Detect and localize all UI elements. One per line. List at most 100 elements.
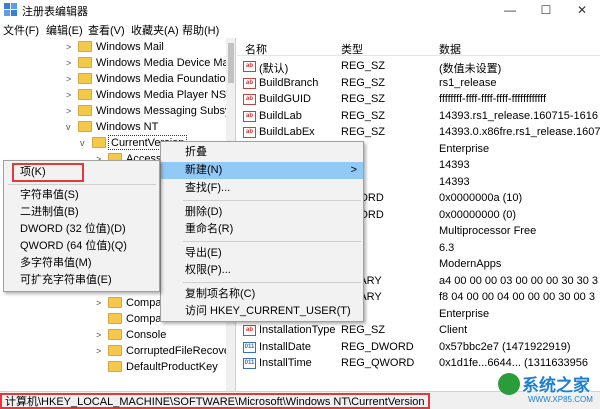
value-type: REG_SZ bbox=[341, 60, 386, 72]
value-data: 14393 bbox=[439, 159, 470, 171]
maximize-button[interactable]: ☐ bbox=[528, 0, 564, 20]
value-data: 0x57bbc2e7 (1471922919) bbox=[439, 340, 571, 353]
menu-view[interactable]: 查看(V) bbox=[88, 22, 125, 38]
menu-item-permissions[interactable]: 权限(P)... bbox=[161, 262, 363, 279]
list-row[interactable]: ab BuildGUID REG_SZ ffffffff-ffff-ffff-ffff… bbox=[237, 91, 600, 108]
value-data: Enterprise bbox=[439, 142, 490, 155]
context-menu-main: 折叠 新建(N) > 查找(F)... 删除(D) 重命名(R) 导出(E) 权… bbox=[160, 141, 364, 322]
string-value-icon: ab bbox=[243, 94, 256, 105]
value-data: ModernApps bbox=[439, 258, 502, 270]
value-name: InstallDate bbox=[259, 340, 311, 353]
value-type: REG_SZ bbox=[341, 93, 386, 105]
expand-arrow-icon[interactable]: > bbox=[66, 71, 76, 87]
value-data: Multiprocessor Free bbox=[439, 225, 537, 237]
menu-item-rename[interactable]: 重命名(R) bbox=[161, 221, 363, 238]
value-name: InstallTime bbox=[259, 357, 312, 369]
menu-item-new[interactable]: 新建(N) > bbox=[161, 162, 363, 179]
value-name: InstallationType bbox=[259, 324, 336, 336]
tree-item-label: Windows Media Foundatior bbox=[96, 73, 230, 85]
value-data: 14393.rs1_release.160715-1616 bbox=[439, 109, 599, 122]
collapse-arrow-icon[interactable]: v bbox=[80, 135, 90, 151]
list-row[interactable]: ab BuildBranch REG_SZ rs1_release bbox=[237, 75, 600, 92]
tree-item-label: CorruptedFileRecove bbox=[126, 345, 230, 357]
watermark-logo-icon bbox=[498, 373, 520, 395]
expand-arrow-icon[interactable]: > bbox=[66, 55, 76, 71]
value-data: 0x0000000a (10) bbox=[439, 192, 523, 204]
string-value-icon: ab bbox=[243, 77, 256, 89]
value-data: a4 00 00 00 03 00 00 00 30 30 3 bbox=[439, 274, 599, 287]
minimize-button[interactable]: — bbox=[492, 0, 528, 20]
folder-icon bbox=[78, 121, 92, 132]
expand-arrow-icon[interactable]: > bbox=[96, 327, 106, 343]
expand-arrow-icon[interactable]: > bbox=[66, 39, 76, 55]
watermark-text: 系统之家 bbox=[522, 376, 590, 395]
menu-item-new-label: 新建(N) bbox=[185, 164, 223, 176]
tree-item-label: Console bbox=[126, 329, 167, 341]
menu-separator bbox=[183, 241, 361, 242]
menu-help[interactable]: 帮助(H) bbox=[182, 22, 219, 38]
watermark: 系统之家 WWW.XP85.COM bbox=[498, 369, 596, 409]
value-name: BuildLab bbox=[259, 109, 302, 122]
menu-favorites[interactable]: 收藏夹(A) bbox=[131, 22, 179, 38]
expand-arrow-icon[interactable]: > bbox=[66, 87, 76, 103]
column-header-name[interactable]: 名称 bbox=[245, 41, 267, 57]
menu-item-qword-value[interactable]: QWORD (64 位值)(Q) bbox=[4, 238, 159, 255]
registry-app-icon bbox=[4, 3, 17, 16]
value-type: REG_SZ bbox=[341, 109, 386, 122]
expand-arrow-icon[interactable]: > bbox=[66, 103, 76, 119]
menu-item-copy-key-name[interactable]: 复制项名称(C) bbox=[161, 286, 363, 303]
value-data: 6.3 bbox=[439, 241, 455, 254]
tree-item-label: Compa bbox=[126, 297, 162, 309]
menu-item-visit-hkcu[interactable]: 访问 HKEY_CURRENT_USER(T) bbox=[161, 303, 363, 320]
window-title: 注册表编辑器 bbox=[22, 6, 88, 18]
column-header-data[interactable]: 数据 bbox=[439, 41, 461, 57]
value-data: 14393 bbox=[439, 175, 470, 188]
menu-item-dword-value[interactable]: DWORD (32 位值)(D) bbox=[4, 221, 159, 238]
tree-item-label: Windows Mail bbox=[96, 41, 164, 53]
string-value-icon: ab bbox=[243, 61, 256, 72]
value-data: 0x00000000 (0) bbox=[439, 208, 517, 221]
watermark-url: WWW.XP85.COM bbox=[528, 395, 593, 404]
expand-arrow-icon[interactable]: > bbox=[96, 295, 106, 311]
menu-item-expandable-string-value[interactable]: 可扩充字符串值(E) bbox=[4, 272, 159, 289]
list-row[interactable]: ab BuildLab REG_SZ 14393.rs1_release.160715… bbox=[237, 108, 600, 125]
value-type: REG_SZ bbox=[341, 76, 386, 89]
tree-item-label: Windows Messaging Subsy bbox=[96, 105, 231, 117]
list-row[interactable]: ab InstallationType REG_SZ Client bbox=[237, 322, 600, 339]
status-path: 计算机\HKEY_LOCAL_MACHINE\SOFTWARE\Microsof… bbox=[0, 393, 430, 409]
list-header: 名称 类型 数据 bbox=[237, 38, 600, 56]
folder-icon bbox=[108, 297, 122, 308]
tree-item-label: Windows Media Player NSS bbox=[96, 89, 234, 101]
menu-item-collapse[interactable]: 折叠 bbox=[161, 144, 363, 161]
menu-separator bbox=[183, 282, 361, 283]
string-value-icon: ab bbox=[243, 127, 256, 138]
list-row[interactable]: 011 InstallDate REG_DWORD 0x57bbc2e7 (14719… bbox=[237, 339, 600, 356]
menu-item-export[interactable]: 导出(E) bbox=[161, 245, 363, 262]
folder-icon bbox=[108, 329, 122, 340]
string-value-icon: ab bbox=[243, 325, 256, 336]
menu-item-binary-value[interactable]: 二进制值(B) bbox=[4, 204, 159, 221]
column-header-type[interactable]: 类型 bbox=[341, 41, 363, 57]
menu-item-string-value[interactable]: 字符串值(S) bbox=[4, 187, 159, 204]
value-data: 0x1d1fe...6644... (1311633956 bbox=[439, 357, 589, 369]
value-type: REG_SZ bbox=[341, 126, 386, 138]
value-data: ffffffff-ffff-ffff-ffff-ffffffffffff bbox=[439, 93, 547, 105]
tree-item-label: Windows NT bbox=[96, 121, 159, 133]
tree-scrollbar-thumb[interactable] bbox=[228, 43, 234, 83]
menu-edit[interactable]: 编辑(E) bbox=[46, 22, 83, 38]
value-type: REG_DWORD bbox=[341, 340, 414, 353]
menu-separator bbox=[183, 200, 361, 201]
list-row[interactable]: ab (默认) REG_SZ (数值未设置) bbox=[237, 58, 600, 75]
folder-icon bbox=[78, 105, 92, 116]
menu-item-delete[interactable]: 删除(D) bbox=[161, 204, 363, 221]
folder-icon bbox=[108, 313, 122, 324]
collapse-arrow-icon[interactable]: v bbox=[66, 119, 76, 135]
menu-item-find[interactable]: 查找(F)... bbox=[161, 180, 363, 197]
value-data: 14393.0.x86fre.rs1_release.1607 bbox=[439, 126, 600, 138]
list-row[interactable]: ab BuildLabEx REG_SZ 14393.0.x86fre.rs1_rel… bbox=[237, 124, 600, 141]
menu-item-multi-string-value[interactable]: 多字符串值(M) bbox=[4, 255, 159, 272]
expand-arrow-icon[interactable]: > bbox=[96, 343, 106, 359]
menu-file[interactable]: 文件(F) bbox=[3, 22, 39, 38]
folder-icon bbox=[92, 137, 106, 148]
close-button[interactable]: ✕ bbox=[564, 0, 600, 20]
